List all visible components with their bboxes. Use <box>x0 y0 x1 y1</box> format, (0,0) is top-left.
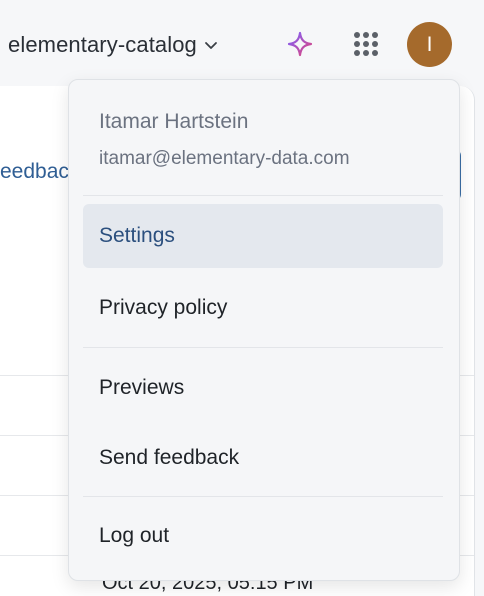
apps-grid-icon <box>354 32 378 56</box>
menu-item-settings[interactable]: Settings <box>83 204 443 268</box>
user-name: Itamar Hartstein <box>99 110 249 133</box>
apps-button[interactable] <box>351 29 381 59</box>
menu-item-label: Log out <box>99 524 170 547</box>
menu-divider <box>83 347 443 348</box>
menu-item-label: Settings <box>99 224 175 247</box>
top-header: elementary-catalog I <box>0 0 484 86</box>
send-feedback-link[interactable]: eedback <box>0 160 70 184</box>
chevron-down-icon <box>205 42 217 49</box>
menu-item-label: Previews <box>99 376 185 399</box>
menu-item-send-feedback[interactable]: Send feedback <box>83 426 443 490</box>
menu-item-privacy-policy[interactable]: Privacy policy <box>83 276 443 340</box>
catalog-name: elementary-catalog <box>8 32 197 57</box>
catalog-selector[interactable]: elementary-catalog <box>8 30 219 60</box>
menu-divider <box>83 195 443 196</box>
menu-item-previews[interactable]: Previews <box>83 356 443 420</box>
menu-item-label: Privacy policy <box>99 296 228 319</box>
menu-item-label: Send feedback <box>99 446 240 469</box>
user-avatar[interactable]: I <box>407 22 452 67</box>
menu-item-log-out[interactable]: Log out <box>83 504 443 568</box>
sparkle-icon <box>287 31 313 57</box>
menu-divider <box>83 496 443 497</box>
ai-assistant-button[interactable] <box>286 30 314 58</box>
user-email: itamar@elementary-data.com <box>99 148 350 169</box>
avatar-initial: I <box>426 32 433 56</box>
user-menu: Itamar Hartstein itamar@elementary-data.… <box>68 79 460 581</box>
